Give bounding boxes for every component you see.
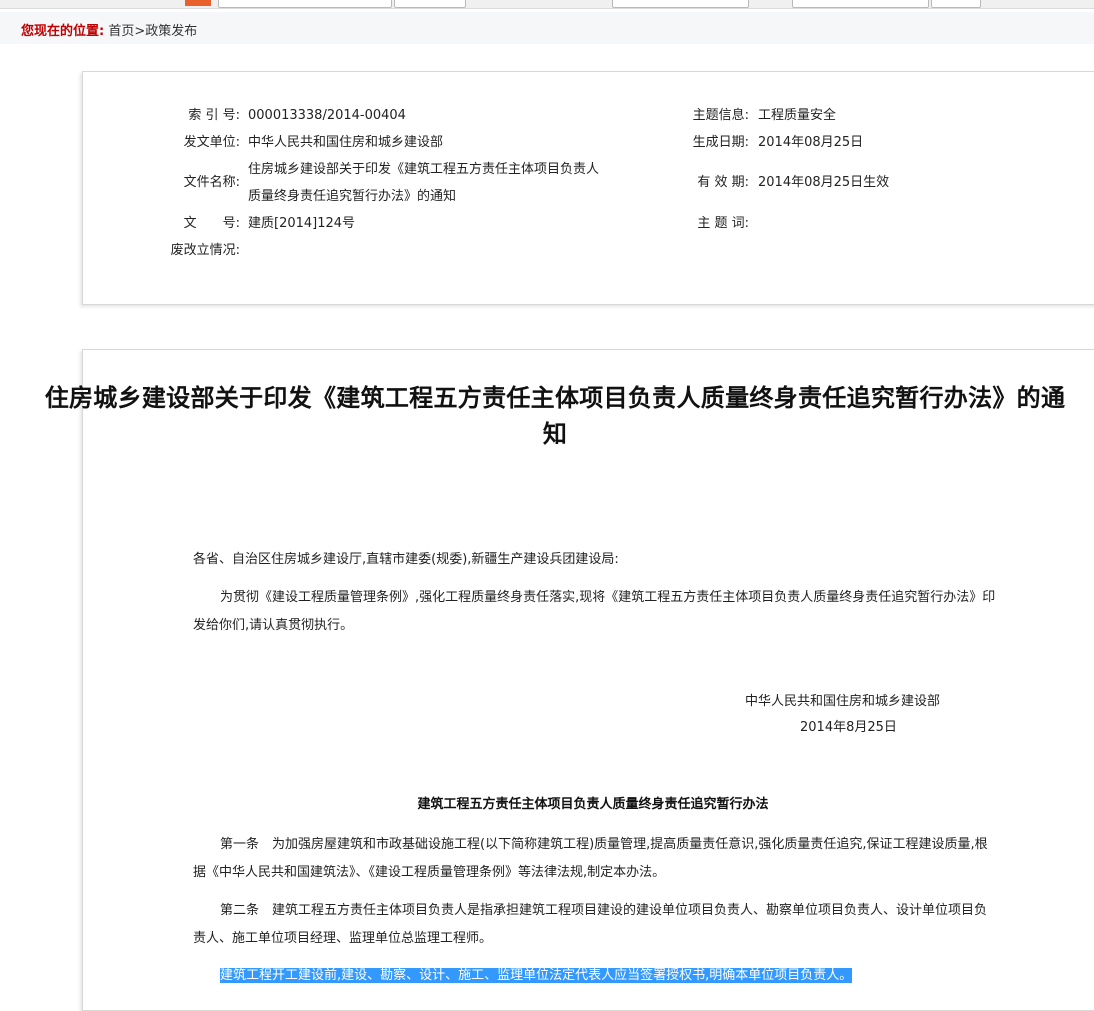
date-value: 2014年08月25日 xyxy=(758,135,864,150)
filename-value: 住房城乡建设部关于印发《建筑工程五方责任主体项目负责人质量终身责任追究暂行办法》… xyxy=(248,162,600,204)
signature-org: 中华人民共和国住房和城乡建设部 xyxy=(745,694,941,709)
docno-value: 建质[2014]124号 xyxy=(248,216,356,231)
toolbar-search-button[interactable] xyxy=(394,0,466,8)
toolbar-go-button[interactable] xyxy=(931,0,981,8)
breadcrumb: 您现在的位置: 首页>政策发布 xyxy=(21,24,197,40)
topic-label: 主题信息: xyxy=(692,108,749,123)
validity-label: 有 效 期: xyxy=(697,175,749,190)
validity-value: 2014年08月25日生效 xyxy=(758,175,890,190)
breadcrumb-label: 您现在的位置: xyxy=(21,24,105,39)
docno-label: 文 号: xyxy=(183,216,240,231)
keywords-label: 主 题 词: xyxy=(697,216,749,231)
toolbar-input[interactable] xyxy=(792,0,929,8)
highlighted-paragraph: 建筑工程开工建设前,建设、勘察、设计、施工、监理单位法定代表人应当签署授权书,明… xyxy=(220,962,853,990)
article-2: 第二条 建筑工程五方责任主体项目负责人是指承担建筑工程项目建设的建设单位项目负责… xyxy=(193,903,988,946)
intro-paragraph: 为贯彻《建设工程质量管理条例》,强化工程质量终身责任落实,现将《建筑工程五方责任… xyxy=(193,590,996,633)
breadcrumb-path[interactable]: 首页>政策发布 xyxy=(108,24,197,39)
toolbar-logo[interactable] xyxy=(185,0,211,6)
topic-value: 工程质量安全 xyxy=(758,108,837,123)
issuer-label: 发文单位: xyxy=(183,135,240,150)
toolbar-search-input[interactable] xyxy=(218,0,392,8)
signature-date: 2014年8月25日 xyxy=(800,720,897,735)
status-label: 废改立情况: xyxy=(170,243,240,258)
article-1: 第一条 为加强房屋建筑和市政基础设施工程(以下简称建筑工程)质量管理,提高质量责… xyxy=(193,837,988,880)
text-selection[interactable]: 建筑工程开工建设前,建设、勘察、设计、施工、监理单位法定代表人应当签署授权书,明… xyxy=(220,968,853,983)
date-label: 生成日期: xyxy=(692,135,749,150)
top-toolbar xyxy=(0,0,1094,9)
measures-title: 建筑工程五方责任主体项目负责人质量终身责任追究暂行办法 xyxy=(417,797,769,812)
toolbar-select[interactable] xyxy=(612,0,749,8)
issuer-value: 中华人民共和国住房和城乡建设部 xyxy=(248,135,444,150)
article-title: 住房城乡建设部关于印发《建筑工程五方责任主体项目负责人质量终身责任追究暂行办法》… xyxy=(44,384,1066,448)
index-value: 000013338/2014-00404 xyxy=(248,108,406,123)
salutation: 各省、自治区住房城乡建设厅,直辖市建委(规委),新疆生产建设兵团建设局: xyxy=(193,552,619,567)
index-label: 索 引 号: xyxy=(188,108,240,123)
filename-label: 文件名称: xyxy=(183,175,240,190)
